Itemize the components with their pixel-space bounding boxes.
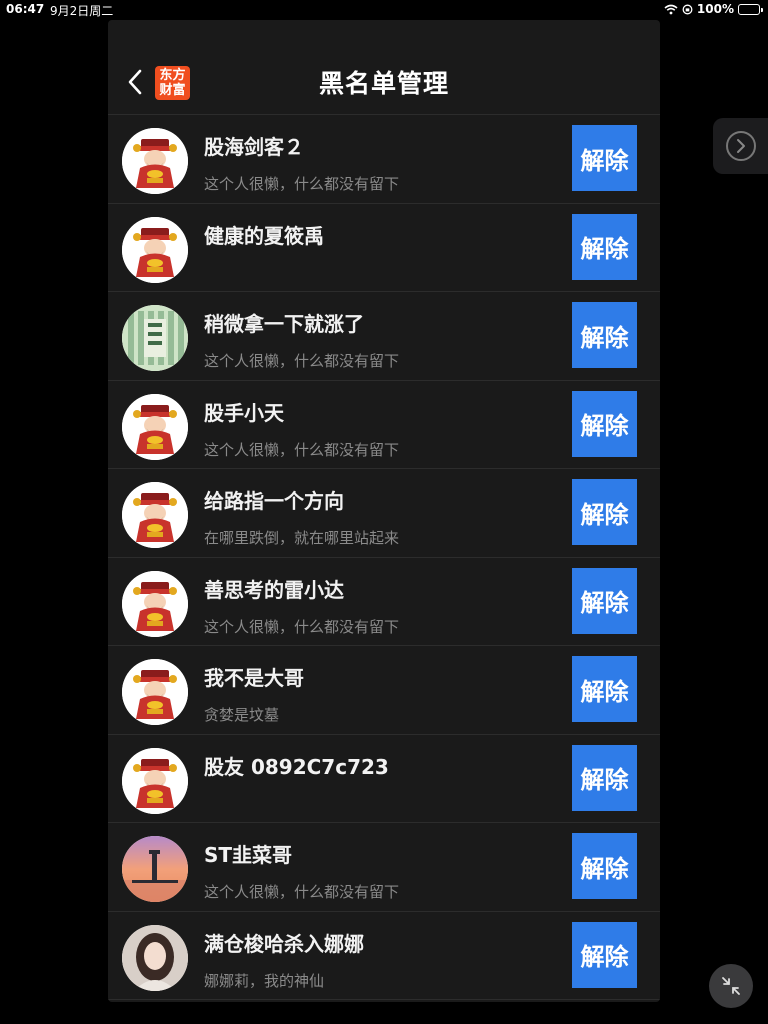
user-name: 健康的夏筱禹: [204, 223, 324, 248]
page-title: 黑名单管理: [318, 69, 449, 98]
caishen-avatar[interactable]: [122, 216, 188, 283]
list-item: 善思考的雷小达这个人很懒，什么都没有留下 解除: [108, 558, 660, 646]
user-name: 善思考的雷小达: [204, 577, 344, 602]
battery-percent: 100%: [696, 2, 734, 16]
caishen-avatar[interactable]: [122, 128, 188, 194]
user-signature: 这个人很懒，什么都没有留下: [204, 617, 400, 636]
user-name: 满仓梭哈杀入娜娜: [204, 931, 364, 956]
status-bar: 06:47 9月2日周二 100%: [0, 0, 768, 20]
shrink-arrows-icon: [722, 977, 740, 995]
list-item: 满仓梭哈杀入娜娜娜娜莉，我的神仙 解除: [108, 912, 660, 1000]
list-item: 我不是大哥贪婪是坟墓 解除: [108, 646, 660, 735]
status-date: 9月2日周二: [50, 4, 114, 18]
status-right: 100%: [664, 2, 763, 16]
caishen-avatar[interactable]: [122, 747, 188, 814]
user-name: ST韭菜哥: [204, 843, 293, 867]
minimize-window-button[interactable]: [709, 964, 753, 1008]
status-time: 06:47: [6, 2, 45, 16]
unblock-button[interactable]: 解除: [572, 656, 637, 722]
app-panel: 东方 财富 黑名单管理 股海剑客２ 这个人很懒，什么都没有留下 解除 健康的夏筱禹 解除…: [108, 20, 660, 1002]
user-name: 稍微拿一下就涨了: [204, 312, 364, 336]
caishen-avatar[interactable]: [122, 393, 188, 460]
unblock-button[interactable]: 解除: [572, 833, 637, 899]
unblock-button[interactable]: 解除: [572, 390, 637, 457]
user-name: 我不是大哥: [204, 666, 304, 690]
list-item: ST韭菜哥这个人很懒，什么都没有留下 解除: [108, 823, 660, 912]
list-item: 股手小天这个人很懒，什么都没有留下 解除: [108, 381, 660, 469]
user-signature: 这个人很懒，什么都没有留下: [204, 883, 400, 901]
caishen-avatar[interactable]: [122, 659, 188, 725]
wifi-icon: [664, 4, 678, 14]
list-item: 给路指一个方向在哪里跌倒，就在哪里站起来 解除: [108, 469, 660, 558]
list-item: 稍微拿一下就涨了这个人很懒，什么都没有留下 解除: [108, 292, 660, 381]
unblock-button[interactable]: 解除: [572, 921, 637, 988]
unblock-button[interactable]: 解除: [572, 125, 637, 191]
caishen-avatar[interactable]: [122, 482, 188, 548]
user-signature: 这个人很懒，什么都没有留下: [204, 352, 400, 370]
battery-icon: [738, 3, 763, 15]
user-name: 股海剑客２: [204, 135, 304, 159]
user-signature: 这个人很懒，什么都没有留下: [204, 175, 400, 193]
user-signature: 这个人很懒，什么都没有留下: [204, 440, 400, 459]
user-signature: 在哪里跌倒，就在哪里站起来: [204, 529, 400, 547]
unblock-button[interactable]: 解除: [572, 744, 637, 811]
list-item: 股友 0892C7c723 解除: [108, 735, 660, 823]
sunset-avatar[interactable]: [122, 836, 188, 902]
user-signature: 贪婪是坟墓: [204, 706, 280, 724]
unblock-button[interactable]: 解除: [572, 567, 637, 634]
chevron-right-icon: [736, 139, 745, 153]
orientation-lock-icon: [682, 4, 693, 14]
blocked-user-list: 股海剑客２ 这个人很懒，什么都没有留下 解除 健康的夏筱禹 解除 稍微拿一下就涨了 这个人很…: [108, 115, 660, 1000]
list-item: 健康的夏筱禹 解除: [108, 204, 660, 292]
list-item: 股海剑客２ 这个人很懒，什么都没有留下 解除: [108, 115, 660, 204]
user-name: 股手小天: [204, 400, 284, 425]
calligraphy-avatar[interactable]: [122, 305, 188, 371]
unblock-button[interactable]: 解除: [572, 213, 637, 280]
side-forward-button[interactable]: [713, 118, 768, 174]
caishen-avatar[interactable]: [122, 570, 188, 637]
nav-bar: 东方 财富 黑名单管理: [108, 20, 660, 115]
unblock-button[interactable]: 解除: [572, 302, 637, 368]
user-name: 股友 0892C7c723: [204, 754, 389, 779]
user-signature: 娜娜莉，我的神仙: [204, 971, 325, 990]
unblock-button[interactable]: 解除: [572, 479, 637, 545]
user-name: 给路指一个方向: [204, 489, 344, 513]
portrait-avatar[interactable]: [122, 924, 188, 991]
